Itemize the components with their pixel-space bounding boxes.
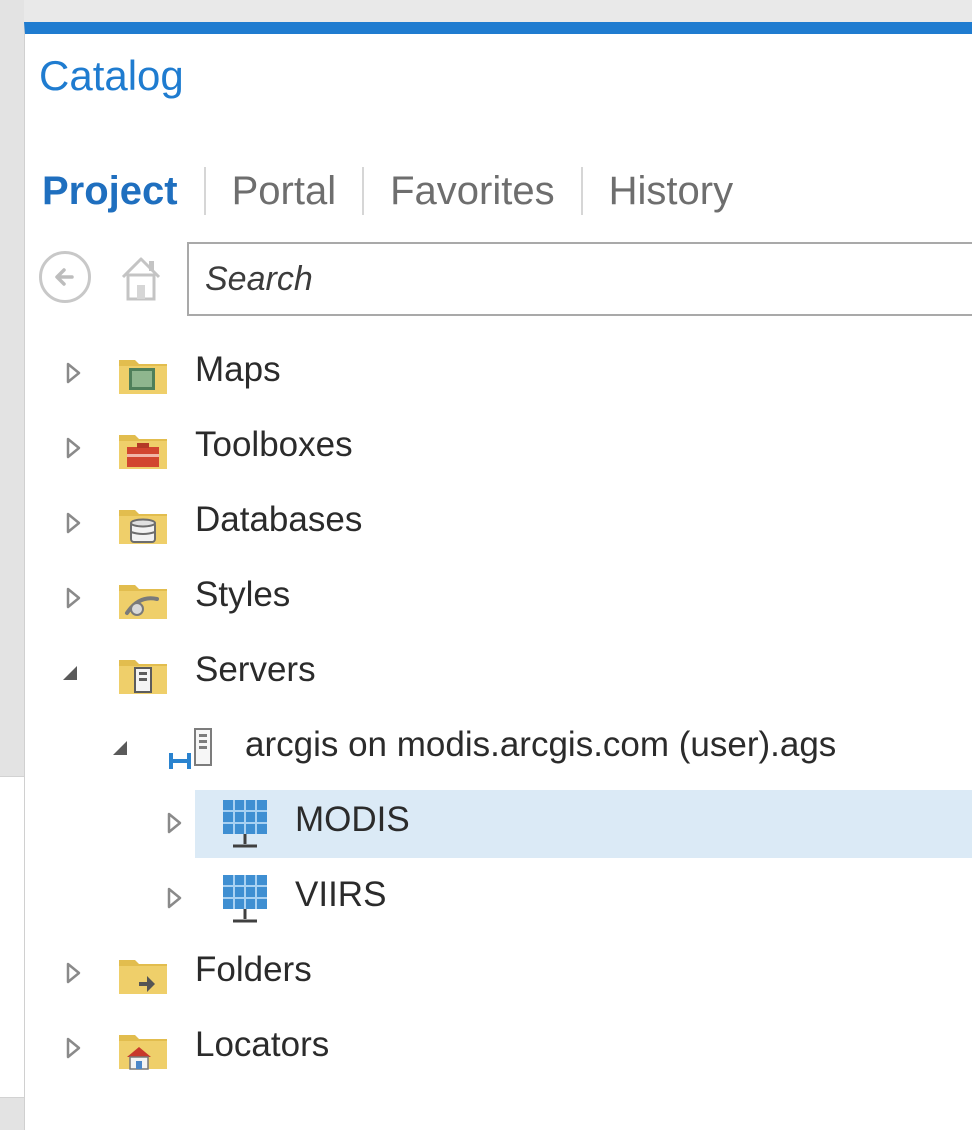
tree-item-label: Servers <box>195 650 316 689</box>
tree-item-databases[interactable]: Databases <box>25 490 972 558</box>
tree-item-label: MODIS <box>295 800 410 839</box>
tree-item-label: Folders <box>195 950 312 989</box>
catalog-toolbar <box>39 239 972 319</box>
toolboxes-folder-icon <box>119 435 167 469</box>
expand-arrow-icon[interactable] <box>58 583 88 613</box>
image-service-icon <box>223 875 267 923</box>
back-button[interactable] <box>39 251 91 303</box>
tab-divider <box>362 167 365 215</box>
tree-item-maps[interactable]: Maps <box>25 340 972 408</box>
search-input[interactable] <box>189 244 972 314</box>
expand-arrow-icon[interactable] <box>58 358 88 388</box>
pane-title: Catalog <box>39 52 184 99</box>
collapse-arrow-icon[interactable] <box>105 733 135 763</box>
tab-portal[interactable]: Portal <box>232 169 337 214</box>
tab-history[interactable]: History <box>609 169 733 214</box>
tree-item-label: VIIRS <box>295 875 387 914</box>
expand-arrow-icon[interactable] <box>58 508 88 538</box>
expand-arrow-icon[interactable] <box>58 433 88 463</box>
catalog-tabs: Project Portal Favorites History <box>42 162 733 220</box>
catalog-pane: Catalog Project Portal Favorites History <box>24 22 972 1130</box>
tree-item-label: arcgis on modis.arcgis.com (user).ags <box>245 725 837 764</box>
tree-item-folders[interactable]: Folders <box>25 940 972 1008</box>
locators-folder-icon <box>119 1035 167 1070</box>
home-icon <box>121 257 161 301</box>
expand-arrow-icon[interactable] <box>58 1033 88 1063</box>
tree-item-toolboxes[interactable]: Toolboxes <box>25 415 972 483</box>
tree-item-label: Toolboxes <box>195 425 353 464</box>
tree-item-servers[interactable]: Servers <box>25 640 972 708</box>
tree-item-label: Databases <box>195 500 363 539</box>
expand-arrow-icon[interactable] <box>159 808 189 838</box>
home-button[interactable] <box>113 249 169 305</box>
collapse-arrow-icon[interactable] <box>55 658 85 688</box>
folders-folder-icon <box>119 960 167 994</box>
expand-arrow-icon[interactable] <box>58 958 88 988</box>
tree-item-styles[interactable]: Styles <box>25 565 972 633</box>
tree-item-viirs[interactable]: VIIRS <box>25 865 972 933</box>
tree-item-server-connection[interactable]: arcgis on modis.arcgis.com (user).ags <box>25 715 972 783</box>
server-connection-icon <box>169 728 212 769</box>
tab-project[interactable]: Project <box>42 169 178 214</box>
tree-item-modis[interactable]: MODIS <box>25 790 972 858</box>
image-service-icon <box>223 800 267 848</box>
tree-item-label: Maps <box>195 350 281 389</box>
tree-item-locators[interactable]: Locators <box>25 1015 972 1083</box>
servers-folder-icon <box>119 660 167 694</box>
tab-divider <box>203 167 206 215</box>
search-box[interactable] <box>187 242 972 316</box>
expand-arrow-icon[interactable] <box>159 883 189 913</box>
back-arrow-icon <box>55 268 74 286</box>
tree-item-label: Locators <box>195 1025 330 1064</box>
tab-divider <box>580 167 583 215</box>
tab-favorites[interactable]: Favorites <box>390 169 555 214</box>
styles-folder-icon <box>119 585 167 619</box>
databases-folder-icon <box>119 510 167 544</box>
maps-folder-icon <box>119 360 167 394</box>
tree-item-label: Styles <box>195 575 291 614</box>
